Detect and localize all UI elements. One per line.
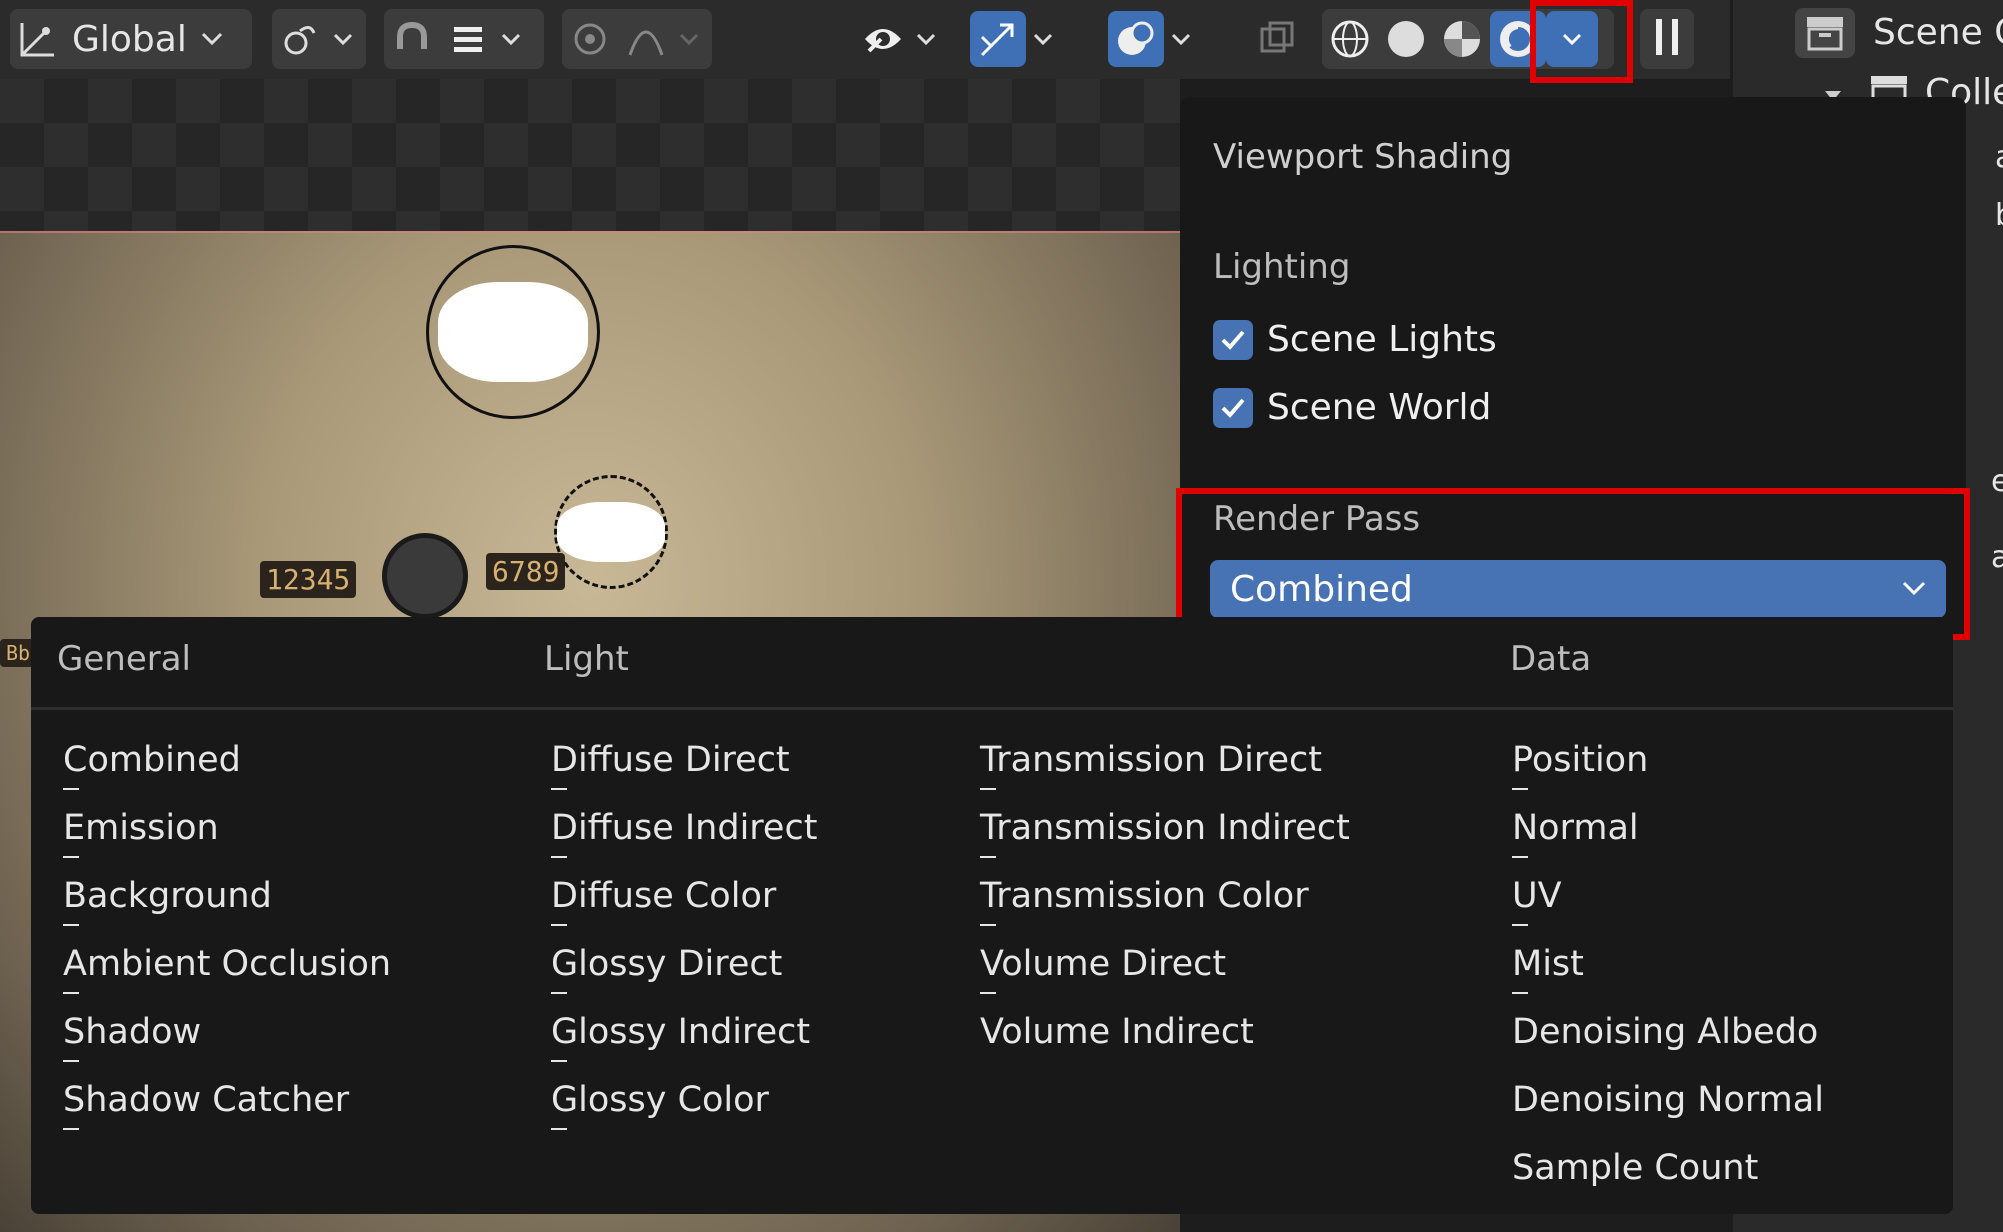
menu-item-diffuse-color[interactable]: Diffuse Color xyxy=(551,876,776,926)
ceiling-lamp-2[interactable] xyxy=(554,475,668,589)
menu-item-transmission-color[interactable]: Transmission Color xyxy=(980,876,1309,926)
scene-world-checkbox[interactable]: Scene World xyxy=(1213,387,1491,428)
outliner-scene-collection[interactable]: Scene Co xyxy=(1873,12,2003,53)
menu-item-glossy-indirect[interactable]: Glossy Indirect xyxy=(551,1012,810,1062)
viewport-header: Global xyxy=(0,0,1730,79)
snap-increment-icon[interactable] xyxy=(440,11,496,67)
transform-orientation-label: Global xyxy=(72,18,187,60)
selectability-visibility-dropdown[interactable] xyxy=(855,9,951,69)
chevron-down-icon xyxy=(911,11,941,67)
menu-header-data: Data xyxy=(1510,639,1592,679)
outliner-clipped-text: a xyxy=(1995,140,2003,175)
menu-item-transmission-direct[interactable]: Transmission Direct xyxy=(980,740,1322,790)
menu-item-transmission-indirect[interactable]: Transmission Indirect xyxy=(980,808,1350,858)
menu-item-glossy-color[interactable]: Glossy Color xyxy=(551,1080,769,1130)
snap-link-icon xyxy=(272,11,328,67)
gizmo-group xyxy=(970,9,1090,69)
menu-item-background[interactable]: Background xyxy=(63,876,272,926)
scene-lights-checkbox[interactable]: Scene Lights xyxy=(1213,319,1497,360)
transform-pivot-icon xyxy=(10,11,66,67)
menu-item-ambient-occlusion[interactable]: Ambient Occlusion xyxy=(63,944,391,994)
menu-item-normal[interactable]: Normal xyxy=(1512,808,1639,858)
lighting-section-label: Lighting xyxy=(1213,247,1351,287)
render-pass-menu: General Light Data Combined Emission Bac… xyxy=(31,617,1953,1214)
transform-orientation-dropdown[interactable]: Global xyxy=(10,9,252,69)
menu-item-volume-direct[interactable]: Volume Direct xyxy=(980,944,1226,994)
shading-popover-highlight xyxy=(1530,0,1633,83)
falloff-curve-icon[interactable] xyxy=(618,11,674,67)
solid-shading-icon[interactable] xyxy=(1378,11,1434,67)
chevron-down-icon[interactable] xyxy=(674,11,704,67)
chevron-down-icon[interactable] xyxy=(1026,11,1060,67)
checkmark-icon xyxy=(1213,319,1253,360)
properties-clipped-text: es xyxy=(1991,464,2003,499)
wall-clock xyxy=(382,533,468,619)
proportional-edit-icon[interactable] xyxy=(562,11,618,67)
material-preview-icon[interactable] xyxy=(1434,11,1490,67)
menu-item-volume-indirect[interactable]: Volume Indirect xyxy=(980,1012,1254,1052)
xray-icon xyxy=(1248,11,1304,67)
menu-header-light: Light xyxy=(544,639,629,679)
chevron-down-icon[interactable] xyxy=(496,11,526,67)
overlay-group xyxy=(1108,9,1228,69)
scene-lights-label: Scene Lights xyxy=(1267,319,1497,360)
menu-item-diffuse-direct[interactable]: Diffuse Direct xyxy=(551,740,790,790)
number-sign: 6789 xyxy=(486,553,566,590)
number-sign: 12345 xyxy=(260,561,357,598)
overlay-icon[interactable] xyxy=(1108,11,1164,67)
ceiling-lamp[interactable] xyxy=(426,245,600,419)
pause-render-button[interactable] xyxy=(1640,9,1694,69)
menu-item-shadow-catcher[interactable]: Shadow Catcher xyxy=(63,1080,349,1130)
pause-icon xyxy=(1654,17,1680,61)
snapping-group xyxy=(384,9,544,69)
menu-item-glossy-direct[interactable]: Glossy Direct xyxy=(551,944,782,994)
scene-icon xyxy=(1795,8,1855,58)
camera-border xyxy=(0,231,1180,233)
menu-item-mist[interactable]: Mist xyxy=(1512,944,1584,994)
menu-item-combined[interactable]: Combined xyxy=(63,740,241,790)
checkmark-icon xyxy=(1213,387,1253,428)
menu-item-emission[interactable]: Emission xyxy=(63,808,219,858)
wireframe-shading-icon[interactable] xyxy=(1322,11,1378,67)
chevron-down-icon[interactable] xyxy=(1164,11,1198,67)
snap-magnet-icon[interactable] xyxy=(384,11,440,67)
menu-separator xyxy=(31,707,1953,710)
menu-item-denoising-albedo[interactable]: Denoising Albedo xyxy=(1512,1012,1818,1052)
menu-item-sample-count[interactable]: Sample Count xyxy=(1512,1148,1758,1188)
pivot-point-dropdown[interactable] xyxy=(272,9,366,69)
chevron-down-icon xyxy=(195,11,229,67)
popover-title: Viewport Shading xyxy=(1213,137,1513,177)
visibility-eye-icon xyxy=(855,11,911,67)
properties-clipped-text: at xyxy=(1991,540,2003,575)
menu-item-position[interactable]: Position xyxy=(1512,740,1648,790)
proportional-edit-group xyxy=(562,9,712,69)
chevron-down-icon xyxy=(328,11,358,67)
xray-toggle[interactable] xyxy=(1248,9,1304,69)
gizmo-arrow-icon[interactable] xyxy=(970,11,1026,67)
menu-item-uv[interactable]: UV xyxy=(1512,876,1562,926)
menu-header-general: General xyxy=(57,639,191,679)
menu-item-denoising-normal[interactable]: Denoising Normal xyxy=(1512,1080,1824,1120)
menu-item-diffuse-indirect[interactable]: Diffuse Indirect xyxy=(551,808,817,858)
menu-item-shadow[interactable]: Shadow xyxy=(63,1012,201,1062)
scene-world-label: Scene World xyxy=(1267,387,1492,428)
outliner-clipped-text: b xyxy=(1995,198,2003,233)
